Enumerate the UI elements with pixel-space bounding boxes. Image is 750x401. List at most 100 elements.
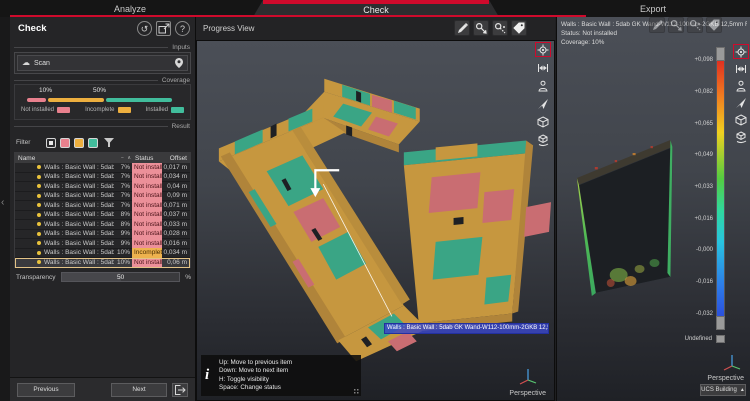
first-person-view-button[interactable] [734,79,748,92]
pick-element-button[interactable] [668,17,684,33]
table-row[interactable]: Walls : Basic Wall : 5dab G 9% Not insta… [15,230,190,240]
table-row[interactable]: Walls : Basic Wall : 5dab G 10% Incomple… [15,249,190,259]
orbit-cube-icon [735,114,747,126]
fly-navigation-button[interactable] [536,97,550,110]
column-offset[interactable]: Offset [162,155,190,162]
row-offset: 0,071 m [162,202,190,209]
row-coverage-pct: 7% [114,192,130,199]
results-table: Name − ∧ Status Offset Walls : Basic Wal… [14,152,191,268]
focus-item-button[interactable] [734,45,748,58]
dimension-icon [735,63,747,75]
row-coverage-pct: 8% [114,211,130,218]
orbit-view-button[interactable] [734,113,748,126]
row-status-badge: Not installed [132,258,162,268]
scale-label: -0,000 [696,247,713,253]
column-status[interactable]: Status [132,155,162,162]
coverage-slider[interactable] [27,98,179,102]
help-icon: ? [180,23,185,35]
table-row[interactable]: Walls : Basic Wall : 5dab G 7% Not insta… [15,173,190,183]
coverage-segment-installed[interactable] [106,98,172,102]
row-name: Walls : Basic Wall : 5dab G [44,221,114,228]
reset-button[interactable]: ↺ [137,21,152,36]
table-row[interactable]: Walls : Basic Wall : 5dab G 7% Not insta… [15,163,190,173]
coverage-segment-incomplete[interactable] [48,98,104,102]
focus-item-button[interactable] [536,43,550,56]
table-row[interactable]: Walls : Basic Wall : 5dab G 8% Not insta… [15,220,190,230]
view-toolbar [454,20,527,36]
filter-not-installed-button[interactable] [60,138,70,148]
pick-element-button[interactable] [473,20,489,36]
tag-button[interactable] [706,17,722,33]
row-offset: 0,017 m [162,164,190,171]
scale-labels: +0,098+0,082+0,065+0,049+0,033+0,016-0,0… [663,47,713,330]
measure-button[interactable] [454,20,470,36]
coverage-line: Coverage: 10% [561,38,747,47]
orbit-cube-icon [537,116,549,128]
sort-icons[interactable]: − ∧ [116,155,132,161]
row-coverage-pct: 7% [114,202,130,209]
next-button[interactable]: Next [111,383,167,397]
pick-point-button[interactable] [492,20,508,36]
progress-3d-viewport[interactable]: i Up: Move to previous itemDown: Move to… [196,40,555,401]
crosshair-icon [537,44,549,56]
column-name[interactable]: Name [15,155,116,162]
pick-point-button[interactable] [687,17,703,33]
legend-label: Installed [146,107,168,113]
row-name: Walls : Basic Wall : 5dab G [44,230,114,237]
open-view-button[interactable] [156,21,171,36]
table-row[interactable]: Walls : Basic Wall : 5dab G 7% Not insta… [15,192,190,202]
measure-distance-button[interactable] [536,61,550,74]
filter-installed-button[interactable] [88,138,98,148]
pencil-icon [456,22,469,35]
view-toolbar-ghost [649,17,722,33]
row-coverage-pct: 9% [114,240,130,247]
help-button[interactable]: ? [175,21,190,36]
fly-navigation-button[interactable] [734,96,748,109]
pan-view-button[interactable] [734,130,748,143]
coverage-segment-not-installed[interactable] [27,98,46,102]
row-status-badge: Not installed [132,201,162,211]
tab-check-label: Check [363,5,389,15]
paper-plane-icon [735,97,747,109]
location-pin-icon[interactable] [175,58,183,68]
pan-cube-icon [735,131,747,143]
ucs-dropdown-button[interactable]: UCS Building ▲ [700,384,746,396]
row-coverage-pct: 7% [114,164,130,171]
table-row[interactable]: Walls : Basic Wall : 5dab G 10% Not inst… [15,258,190,268]
scale-label: +0,082 [694,89,713,95]
collapse-arrow-icon[interactable]: ‹ [1,197,4,208]
table-row[interactable]: Walls : Basic Wall : 5dab G 7% Not insta… [15,201,190,211]
tag-button[interactable] [511,20,527,36]
first-person-view-button[interactable] [536,79,550,92]
finish-button[interactable] [172,383,188,397]
undefined-legend: Undefined [685,335,725,343]
filter-incomplete-button[interactable] [74,138,84,148]
perspective-label: Perspective [509,390,546,397]
row-name: Walls : Basic Wall : 5dab G [44,183,114,190]
measure-button[interactable] [649,17,665,33]
table-row[interactable]: Walls : Basic Wall : 5dab G 8% Not insta… [15,211,190,221]
row-name: Walls : Basic Wall : 5dab G [44,173,114,180]
pick-point-icon [494,22,506,34]
perspective-label: Perspective [707,375,744,382]
element-dot-icon [37,241,41,245]
pan-view-button[interactable] [536,133,550,146]
previous-button[interactable]: Previous [17,383,75,397]
transparency-slider[interactable]: 50 [61,272,180,282]
panel-collapse-rail[interactable]: ‹ [0,17,10,401]
scan-input-row[interactable]: ☁ Scan [17,55,188,71]
table-row[interactable]: Walls : Basic Wall : 5dab G 9% Not insta… [15,239,190,249]
table-header[interactable]: Name − ∧ Status Offset [15,153,190,163]
scale-label: +0,033 [694,184,713,190]
element-dot-icon [37,213,41,217]
measure-distance-button[interactable] [734,62,748,75]
detail-view-panel[interactable]: Walls : Basic Wall : 5dab GK Wand-W112-1… [556,17,750,401]
table-body: Walls : Basic Wall : 5dab G 7% Not insta… [15,163,190,268]
table-row[interactable]: Walls : Basic Wall : 5dab G 7% Not insta… [15,182,190,192]
active-tab-indicator [263,0,489,4]
filter-all-button[interactable] [46,138,56,148]
open-window-icon [158,23,170,35]
orbit-view-button[interactable] [536,115,550,128]
row-name: Walls : Basic Wall : 5dab G [44,164,114,171]
filter-funnel-button[interactable] [104,135,114,150]
